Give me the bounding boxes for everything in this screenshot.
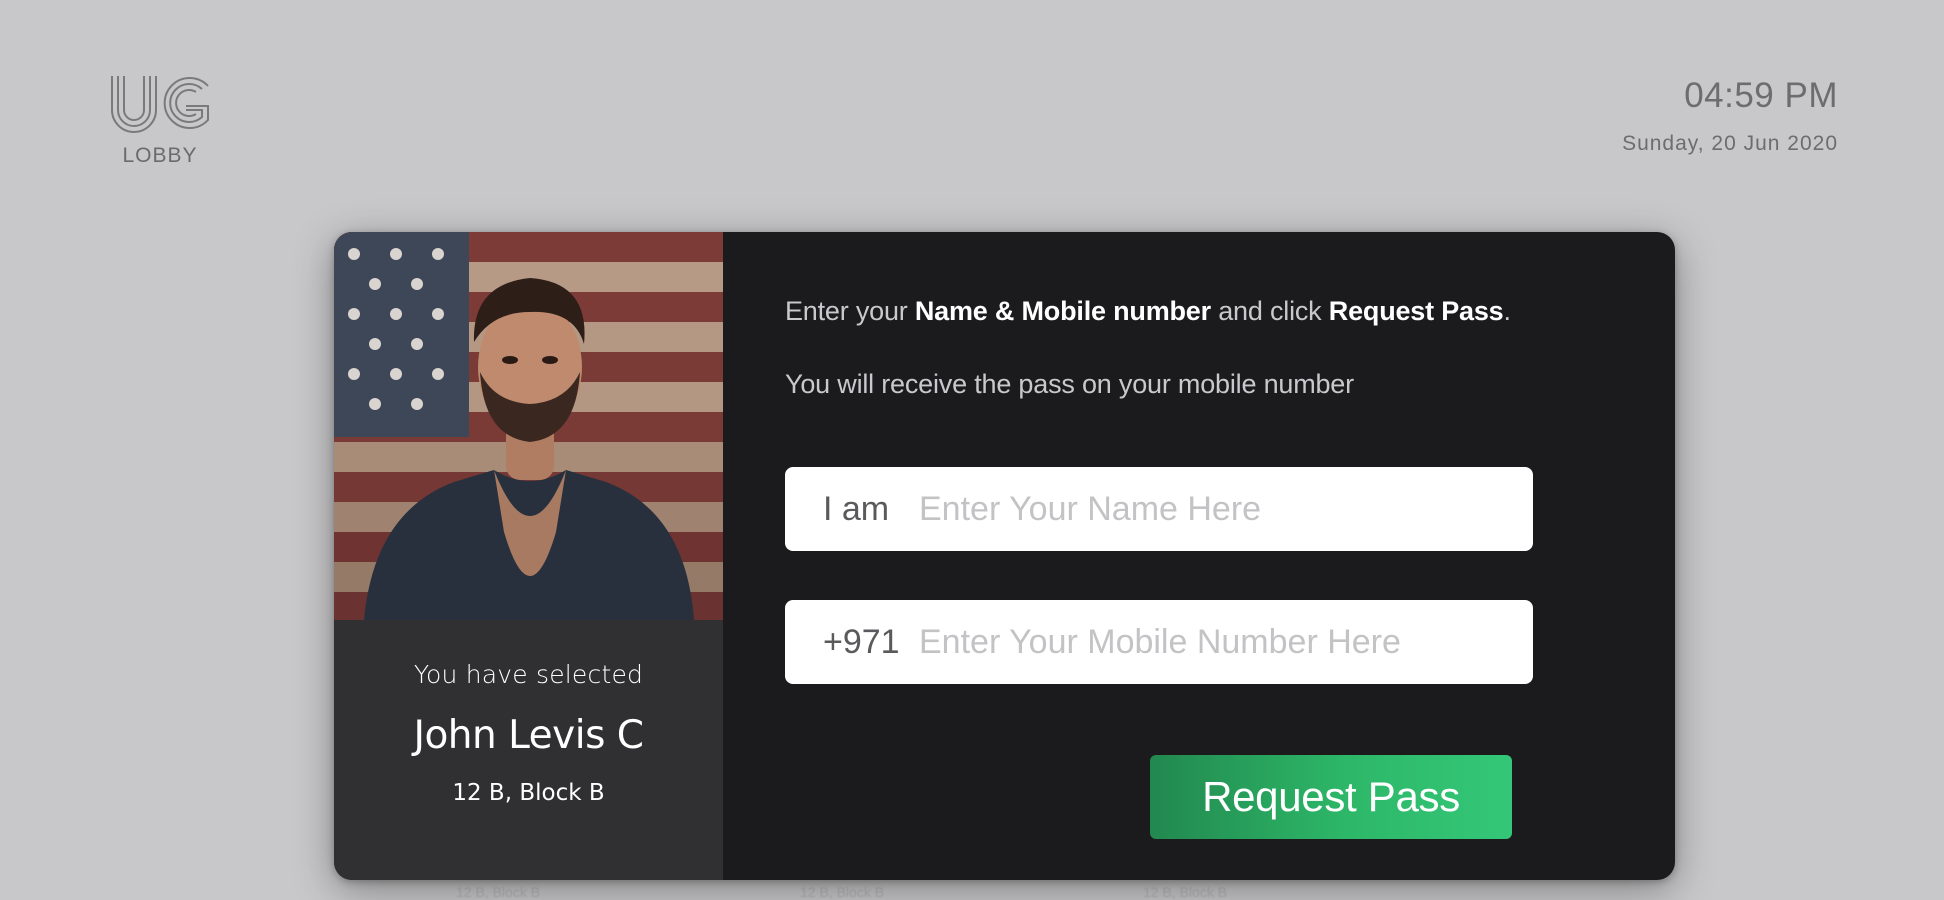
instruction-text: . bbox=[1503, 296, 1511, 326]
instruction-emphasis-button: Request Pass bbox=[1328, 296, 1504, 326]
resident-unit: 12 B, Block B bbox=[452, 780, 605, 806]
instruction-line-2: You will receive the pass on your mobile… bbox=[785, 369, 1354, 399]
logo-subtitle: LOBBY bbox=[122, 144, 198, 167]
name-prefix-label: I am bbox=[823, 489, 890, 528]
country-code-label: +971 bbox=[823, 622, 900, 661]
resident-name: John Levis C bbox=[413, 713, 644, 758]
background-list-item: 12 B, Block B bbox=[456, 884, 541, 900]
instruction-text: Enter your bbox=[785, 296, 915, 326]
background-list-item: 12 B, Block B bbox=[800, 884, 885, 900]
pass-request-form: Enter your Name & Mobile number and clic… bbox=[723, 232, 1675, 880]
name-input[interactable] bbox=[919, 467, 1533, 551]
selection-caption: You have selected bbox=[413, 660, 644, 689]
selected-resident-panel: You have selected John Levis C 12 B, Blo… bbox=[334, 232, 723, 880]
instruction-text: and click bbox=[1210, 296, 1329, 326]
request-pass-dialog: You have selected John Levis C 12 B, Blo… bbox=[334, 232, 1675, 880]
ug-logo-icon bbox=[111, 76, 209, 133]
name-field[interactable]: I am bbox=[785, 467, 1533, 551]
clock-display: 04:59 PM Sunday, 20 Jun 2020 bbox=[1622, 76, 1838, 156]
selection-summary: You have selected John Levis C 12 B, Blo… bbox=[334, 620, 723, 880]
lobby-screen: LOBBY 04:59 PM Sunday, 20 Jun 2020 12 B,… bbox=[0, 0, 1944, 900]
request-pass-button[interactable]: Request Pass bbox=[1150, 755, 1512, 839]
current-time: 04:59 PM bbox=[1684, 76, 1838, 115]
brand-logo: LOBBY bbox=[108, 72, 212, 168]
mobile-input[interactable] bbox=[919, 600, 1533, 684]
mobile-field[interactable]: +971 bbox=[785, 600, 1533, 684]
resident-portrait-image bbox=[334, 232, 723, 620]
instruction-emphasis-name: Name & Mobile number bbox=[914, 296, 1211, 326]
instruction-line-1: Enter your Name & Mobile number and clic… bbox=[785, 296, 1675, 327]
current-date: Sunday, 20 Jun 2020 bbox=[1622, 132, 1838, 155]
background-list-item: 12 B, Block B bbox=[1143, 884, 1228, 900]
resident-photo bbox=[334, 232, 723, 620]
